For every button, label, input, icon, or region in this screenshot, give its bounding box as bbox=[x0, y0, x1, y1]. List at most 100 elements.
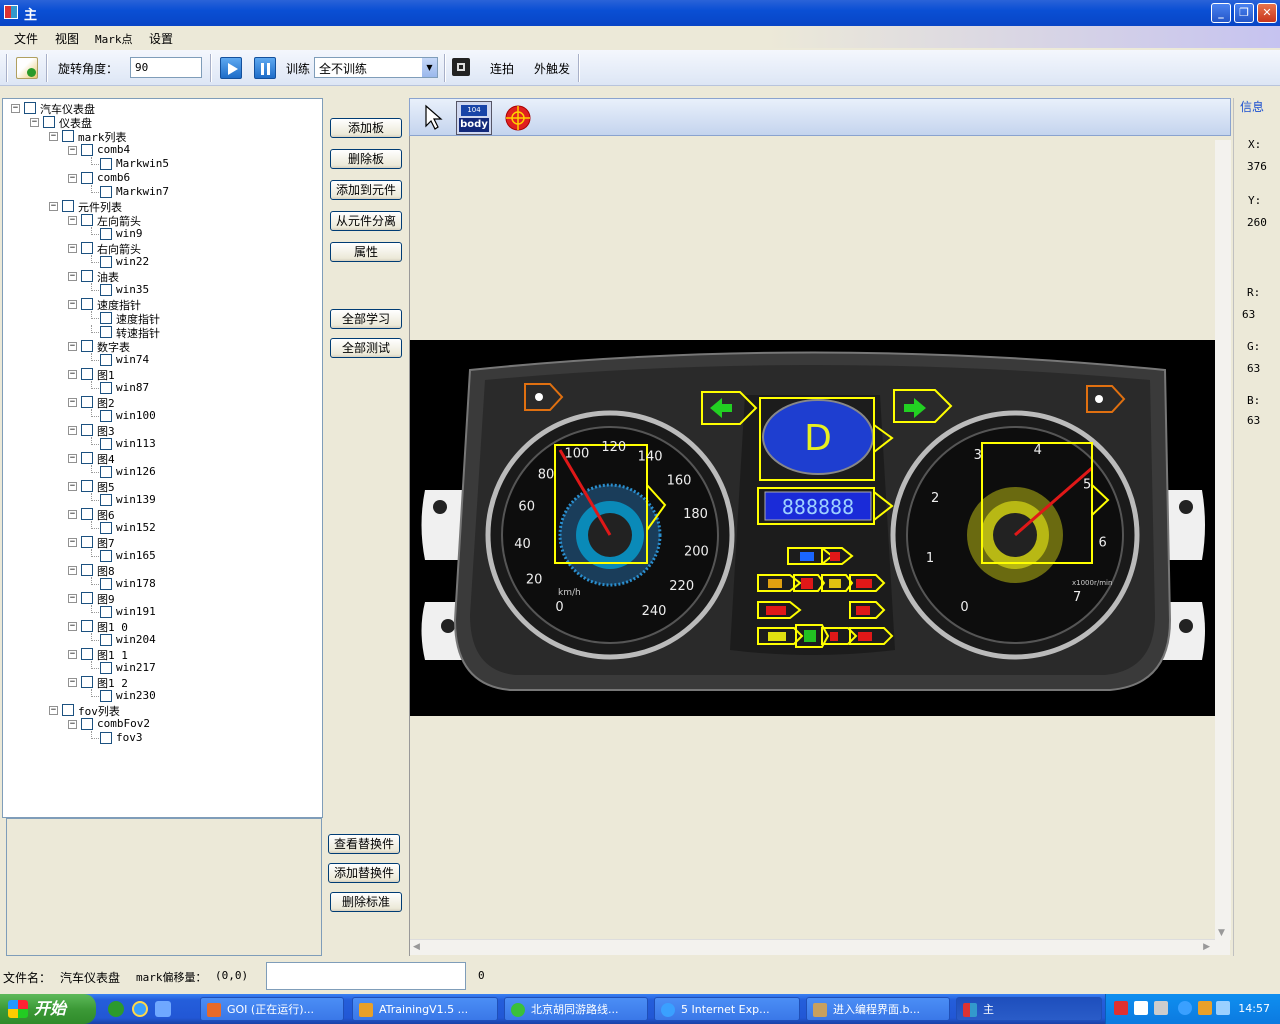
tree-node[interactable]: − 右向箭头 bbox=[3, 241, 321, 256]
collapse-icon[interactable]: − bbox=[49, 202, 58, 211]
tree-node[interactable]: − 图1 bbox=[3, 367, 321, 382]
desktop-icon[interactable] bbox=[155, 1001, 171, 1017]
tree-checkbox[interactable] bbox=[100, 228, 112, 240]
tree-checkbox[interactable] bbox=[100, 326, 112, 338]
collapse-icon[interactable]: − bbox=[68, 538, 77, 547]
tree-node[interactable]: − 元件列表 bbox=[3, 199, 321, 214]
tree-checkbox[interactable] bbox=[81, 648, 93, 660]
vertical-scrollbar[interactable]: ▼ bbox=[1215, 140, 1231, 940]
capture-icon[interactable] bbox=[452, 58, 470, 76]
tree-checkbox[interactable] bbox=[81, 396, 93, 408]
tree-checkbox[interactable] bbox=[24, 102, 36, 114]
collapse-icon[interactable]: − bbox=[49, 132, 58, 141]
collapse-icon[interactable]: − bbox=[68, 342, 77, 351]
tree-checkbox[interactable] bbox=[81, 214, 93, 226]
tree-node[interactable]: − 图1 1 bbox=[3, 647, 321, 662]
collapse-icon[interactable]: − bbox=[68, 398, 77, 407]
collapse-icon[interactable]: − bbox=[68, 454, 77, 463]
collapse-icon[interactable]: − bbox=[11, 104, 20, 113]
add-board-button[interactable]: 添加板 bbox=[330, 118, 402, 138]
dashboard-image[interactable]: D 888888 km/h x1000r/min 020406080100 120… bbox=[410, 340, 1215, 716]
tree-node[interactable]: − comb4 bbox=[3, 143, 321, 157]
tree-node[interactable]: win139 bbox=[3, 493, 321, 507]
tree-node[interactable]: − 图8 bbox=[3, 563, 321, 578]
collapse-icon[interactable]: − bbox=[68, 482, 77, 491]
tree-node[interactable]: win230 bbox=[3, 689, 321, 703]
tree-checkbox[interactable] bbox=[100, 158, 112, 170]
tree-node[interactable]: 转速指针 bbox=[3, 325, 321, 340]
tree-checkbox[interactable] bbox=[100, 732, 112, 744]
menu-view[interactable]: 视图 bbox=[55, 30, 79, 47]
open-file-icon[interactable] bbox=[16, 57, 38, 79]
minimize-icon[interactable]: _ bbox=[1211, 3, 1231, 23]
project-tree[interactable]: − 汽车仪表盘 − 仪表盘 − mark列表 − comb4 Markwin5 − comb6 Mar… bbox=[2, 98, 323, 818]
tree-checkbox[interactable] bbox=[81, 368, 93, 380]
tree-node[interactable]: fov3 bbox=[3, 731, 321, 745]
tree-node[interactable]: Markwin7 bbox=[3, 185, 321, 199]
tree-checkbox[interactable] bbox=[100, 382, 112, 394]
collapse-icon[interactable]: − bbox=[49, 706, 58, 715]
menu-settings[interactable]: 设置 bbox=[149, 30, 173, 47]
tree-node[interactable]: − combFov2 bbox=[3, 717, 321, 731]
tree-checkbox[interactable] bbox=[81, 718, 93, 730]
tree-node[interactable]: win204 bbox=[3, 633, 321, 647]
tree-checkbox[interactable] bbox=[100, 522, 112, 534]
tree-checkbox[interactable] bbox=[100, 256, 112, 268]
collapse-icon[interactable]: − bbox=[68, 244, 77, 253]
chevron-down-icon[interactable]: ▼ bbox=[422, 58, 437, 77]
tree-node[interactable]: − 速度指针 bbox=[3, 297, 321, 312]
tree-checkbox[interactable] bbox=[100, 690, 112, 702]
tree-node[interactable]: − 数字表 bbox=[3, 339, 321, 354]
tree-checkbox[interactable] bbox=[81, 452, 93, 464]
tree-checkbox[interactable] bbox=[100, 354, 112, 366]
tree-checkbox[interactable] bbox=[100, 186, 112, 198]
rotate-input[interactable] bbox=[130, 57, 202, 78]
tree-node[interactable]: win100 bbox=[3, 409, 321, 423]
tree-checkbox[interactable] bbox=[62, 130, 74, 142]
task-ie-group[interactable]: 5 Internet Exp... bbox=[654, 997, 800, 1021]
tree-checkbox[interactable] bbox=[43, 116, 55, 128]
tree-node[interactable]: − 油表 bbox=[3, 269, 321, 284]
tree-checkbox[interactable] bbox=[81, 480, 93, 492]
pause-icon[interactable] bbox=[254, 57, 276, 79]
trigger-button[interactable]: 外触发 bbox=[534, 60, 570, 77]
menu-file[interactable]: 文件 bbox=[14, 30, 38, 47]
tree-node[interactable]: − 图5 bbox=[3, 479, 321, 494]
tree-checkbox[interactable] bbox=[100, 438, 112, 450]
tree-checkbox[interactable] bbox=[81, 508, 93, 520]
tree-checkbox[interactable] bbox=[81, 298, 93, 310]
tree-node[interactable]: − comb6 bbox=[3, 171, 321, 185]
collapse-icon[interactable]: − bbox=[68, 510, 77, 519]
tree-checkbox[interactable] bbox=[81, 340, 93, 352]
collapse-icon[interactable]: − bbox=[30, 118, 39, 127]
tree-checkbox[interactable] bbox=[100, 466, 112, 478]
tree-node[interactable]: − fov列表 bbox=[3, 703, 321, 718]
tree-node[interactable]: Markwin5 bbox=[3, 157, 321, 171]
tree-node[interactable]: win191 bbox=[3, 605, 321, 619]
tree-checkbox[interactable] bbox=[100, 494, 112, 506]
play-icon[interactable] bbox=[220, 57, 242, 79]
pointer-icon[interactable] bbox=[422, 104, 448, 130]
tree-node[interactable]: win113 bbox=[3, 437, 321, 451]
tree-node[interactable]: win217 bbox=[3, 661, 321, 675]
collapse-icon[interactable]: − bbox=[68, 146, 77, 155]
tree-node[interactable]: − 图9 bbox=[3, 591, 321, 606]
messenger-icon[interactable] bbox=[1198, 1001, 1212, 1015]
tree-checkbox[interactable] bbox=[100, 578, 112, 590]
ie-icon[interactable] bbox=[132, 1001, 148, 1017]
collapse-icon[interactable]: − bbox=[68, 174, 77, 183]
help-icon[interactable] bbox=[1134, 1001, 1148, 1015]
tree-node[interactable]: win22 bbox=[3, 255, 321, 269]
restore-icon[interactable]: ❐ bbox=[1234, 3, 1254, 23]
menu-mark[interactable]: Mark点 bbox=[95, 31, 133, 47]
tray-arrow-icon[interactable] bbox=[1178, 1001, 1192, 1015]
network-icon[interactable] bbox=[1154, 1001, 1168, 1015]
collapse-icon[interactable]: − bbox=[68, 650, 77, 659]
tree-checkbox[interactable] bbox=[62, 200, 74, 212]
add-to-component-button[interactable]: 添加到元件 bbox=[330, 180, 402, 200]
collapse-icon[interactable]: − bbox=[68, 370, 77, 379]
collapse-icon[interactable]: − bbox=[68, 216, 77, 225]
collapse-icon[interactable]: − bbox=[68, 594, 77, 603]
task-programming[interactable]: 进入编程界面.b... bbox=[806, 997, 950, 1021]
tree-node[interactable]: − 仪表盘 bbox=[3, 115, 321, 130]
